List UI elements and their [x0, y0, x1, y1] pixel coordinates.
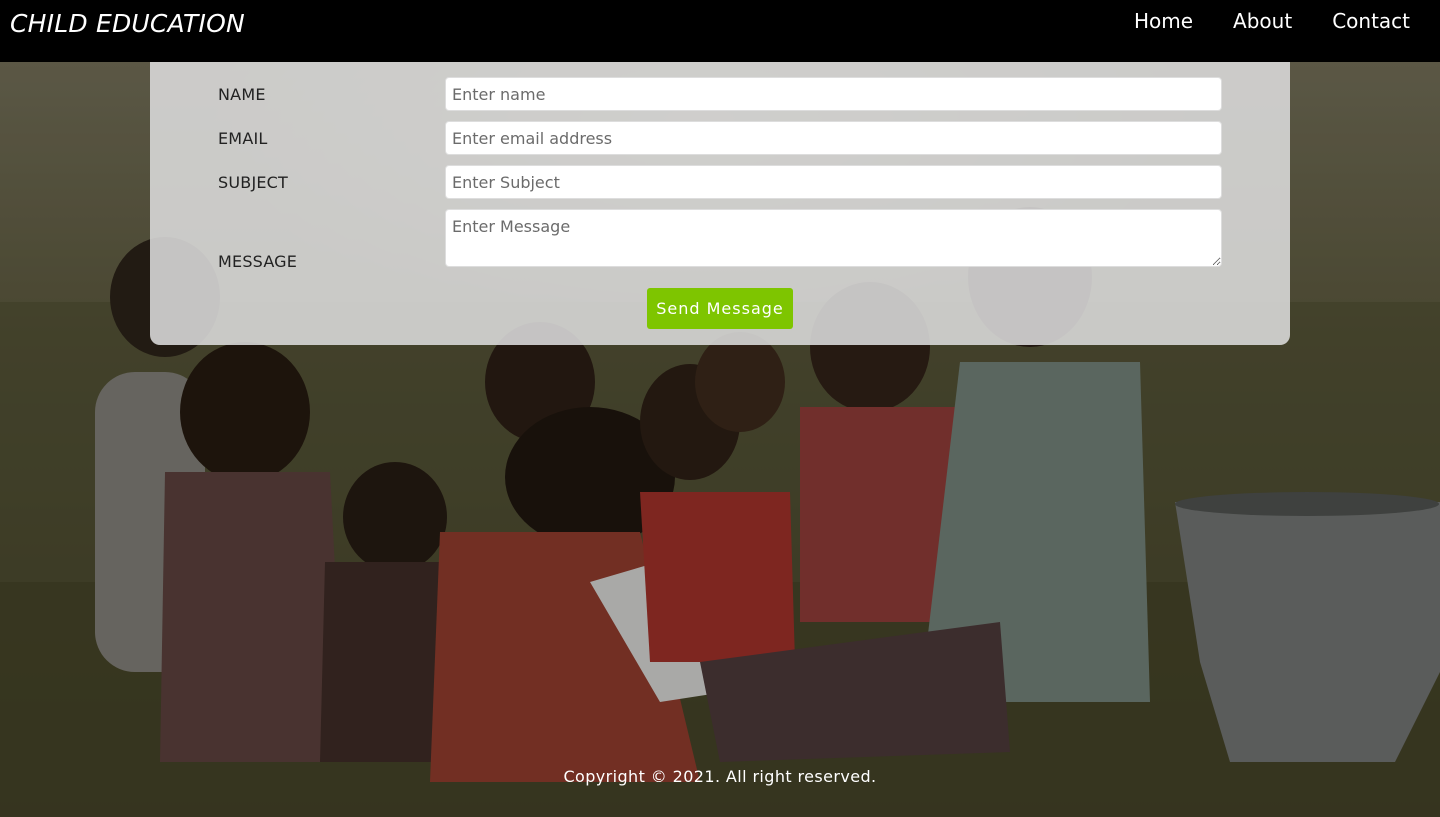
- site-brand[interactable]: CHILD EDUCATION: [10, 9, 245, 38]
- email-input[interactable]: [445, 121, 1222, 155]
- copyright-text: Copyright © 2021. All right reserved.: [563, 767, 877, 786]
- send-message-button[interactable]: Send Message: [647, 288, 793, 329]
- name-input[interactable]: [445, 77, 1222, 111]
- email-label: EMAIL: [218, 129, 268, 148]
- contact-form: NAME EMAIL SUBJECT MESSAGE Send Message: [150, 62, 1290, 345]
- message-textarea[interactable]: [445, 209, 1222, 267]
- top-navbar: CHILD EDUCATION Home About Contact: [0, 0, 1440, 62]
- nav-about-link[interactable]: About: [1233, 9, 1292, 33]
- nav-contact-link[interactable]: Contact: [1332, 9, 1410, 33]
- subject-label: SUBJECT: [218, 173, 289, 192]
- subject-input[interactable]: [445, 165, 1222, 199]
- main-nav: Home About Contact: [1134, 9, 1410, 33]
- message-label: MESSAGE: [218, 252, 298, 271]
- name-label: NAME: [218, 85, 266, 104]
- nav-home-link[interactable]: Home: [1134, 9, 1193, 33]
